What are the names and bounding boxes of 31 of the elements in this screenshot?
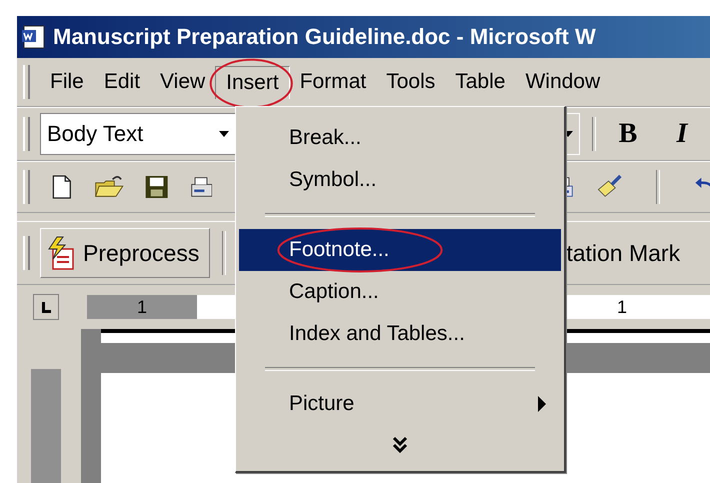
menu-item[interactable]: Picture: [239, 383, 561, 425]
menu-item[interactable]: Insert: [215, 66, 290, 98]
toolbar-grip[interactable]: [23, 65, 30, 99]
document-icon: [21, 24, 47, 50]
menu-item[interactable]: Tools: [376, 66, 446, 98]
style-dropdown[interactable]: Body Text: [40, 113, 238, 155]
tab-selector[interactable]: [33, 294, 59, 320]
preprocess-button[interactable]: Preprocess: [40, 228, 210, 278]
bold-button[interactable]: B: [608, 118, 648, 150]
menu-item[interactable]: Caption...: [239, 271, 561, 313]
menu-item[interactable]: Window: [515, 66, 610, 98]
menu-item[interactable]: Symbol...: [239, 159, 561, 201]
toolbar-grip[interactable]: [23, 236, 30, 270]
lightning-document-icon: [45, 235, 77, 271]
window-title: Manuscript Preparation Guideline.doc - Microsoft W: [53, 24, 596, 50]
submenu-arrow-icon: [537, 396, 547, 412]
menu-item[interactable]: View: [150, 66, 216, 98]
toolbar-button[interactable]: tation Mark: [566, 240, 680, 266]
ruler-number: 1: [136, 296, 147, 318]
menu-item[interactable]: Break...: [239, 117, 561, 159]
menu-item[interactable]: Format: [290, 66, 376, 98]
expand-chevron-icon[interactable]: [392, 436, 408, 454]
ruler-number: 1: [617, 296, 628, 318]
toolbar-grip[interactable]: [23, 117, 30, 151]
menu-item[interactable]: Index and Tables...: [239, 313, 561, 355]
menu-item[interactable]: Edit: [94, 66, 150, 98]
menu-item[interactable]: File: [40, 66, 94, 98]
italic-button[interactable]: I: [662, 118, 702, 150]
toolbar-grip[interactable]: [23, 170, 30, 204]
menu-item[interactable]: Table: [445, 66, 516, 98]
menu-item[interactable]: Footnote...: [239, 229, 561, 271]
